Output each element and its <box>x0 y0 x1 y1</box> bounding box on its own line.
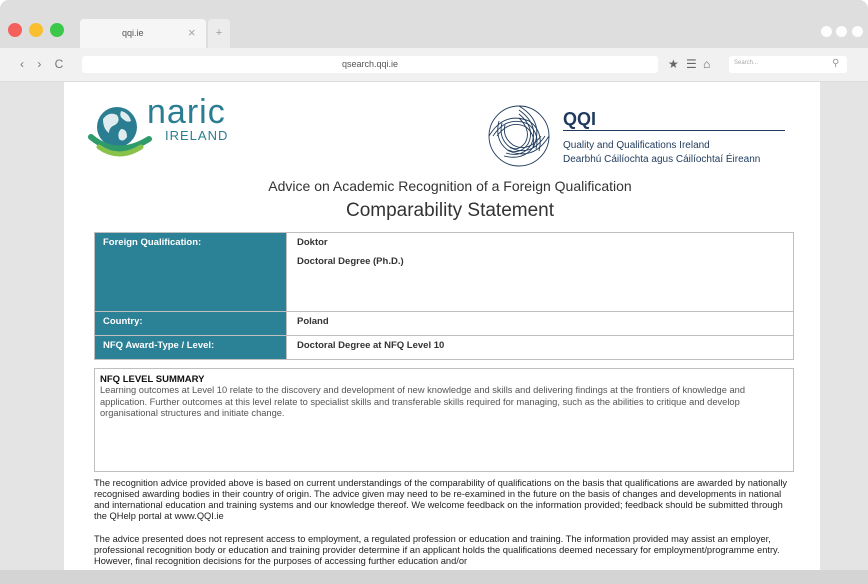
window-control-icon[interactable] <box>821 26 832 37</box>
naric-logo-subtext: IRELAND <box>165 128 229 143</box>
qualification-table: Foreign Qualification: Doktor Doctoral D… <box>94 232 794 360</box>
address-bar[interactable]: qsearch.qqi.ie <box>82 56 658 73</box>
nfq-summary-box: NFQ LEVEL SUMMARY Learning outcomes at L… <box>94 368 794 472</box>
disclaimer-paragraph: The advice presented does not represent … <box>94 534 780 566</box>
page-viewport: naric IRELAND QQI Quality and Qualificat… <box>0 82 868 570</box>
table-row: Foreign Qualification: Doktor Doctoral D… <box>94 232 794 312</box>
search-icon[interactable]: ⚲ <box>832 58 839 69</box>
naric-logo-text: naric <box>147 93 226 131</box>
window-control-icon[interactable] <box>836 26 847 37</box>
qqi-logo <box>488 105 550 167</box>
browser-toolbar: ‹ › C qsearch.qqi.ie ★ ☰ ⌂ Search... ⚲ <box>0 48 868 82</box>
table-row: Country: Poland <box>94 311 794 336</box>
home-icon[interactable]: ⌂ <box>703 57 710 71</box>
qqi-abbreviation: QQI <box>563 109 597 129</box>
qualification-translation: Doctoral Degree (Ph.D.) <box>297 256 404 267</box>
new-tab-button[interactable]: + <box>208 19 230 48</box>
star-icon[interactable]: ★ <box>668 57 679 71</box>
country-value: Poland <box>286 311 794 336</box>
search-input[interactable]: Search... ⚲ <box>729 56 847 73</box>
qqi-name-english: Quality and Qualifications Ireland <box>563 140 710 151</box>
tab-close-icon[interactable]: × <box>188 25 196 40</box>
qualification-name: Doktor <box>297 237 328 248</box>
browser-window: qqi.ie × + ‹ › C qsearch.qqi.ie ★ ☰ ⌂ Se… <box>0 0 868 584</box>
window-control-icon[interactable] <box>852 26 863 37</box>
navigation-buttons[interactable]: ‹ › C <box>20 57 68 71</box>
nfq-level-value: Doctoral Degree at NFQ Level 10 <box>286 335 794 360</box>
close-window-button[interactable] <box>8 23 22 37</box>
summary-text: Learning outcomes at Level 10 relate to … <box>100 385 745 418</box>
advice-heading: Advice on Academic Recognition of a Fore… <box>268 178 632 194</box>
summary-title: NFQ LEVEL SUMMARY <box>100 374 205 385</box>
minimize-window-button[interactable] <box>29 23 43 37</box>
qqi-name-irish: Dearbhú Cáilíochta agus Cáilíochtaí Éire… <box>563 154 761 165</box>
search-placeholder: Search... <box>734 60 759 66</box>
status-bar <box>0 570 868 584</box>
qqi-divider <box>563 130 785 131</box>
document-page: naric IRELAND QQI Quality and Qualificat… <box>64 82 820 570</box>
foreign-qualification-label: Foreign Qualification: <box>94 232 287 312</box>
foreign-qualification-value: Doktor Doctoral Degree (Ph.D.) <box>286 232 794 312</box>
title-bar: qqi.ie × + <box>0 0 868 48</box>
browser-tab[interactable]: qqi.ie × <box>80 19 206 48</box>
tab-title: qqi.ie <box>122 28 144 38</box>
country-label: Country: <box>94 311 287 336</box>
table-row: NFQ Award-Type / Level: Doctoral Degree … <box>94 335 794 360</box>
menu-icon[interactable]: ☰ <box>686 57 697 71</box>
page-title: Comparability Statement <box>345 200 555 221</box>
disclaimer-paragraph: The recognition advice provided above is… <box>94 478 788 521</box>
maximize-window-button[interactable] <box>50 23 64 37</box>
nfq-level-label: NFQ Award-Type / Level: <box>94 335 287 360</box>
